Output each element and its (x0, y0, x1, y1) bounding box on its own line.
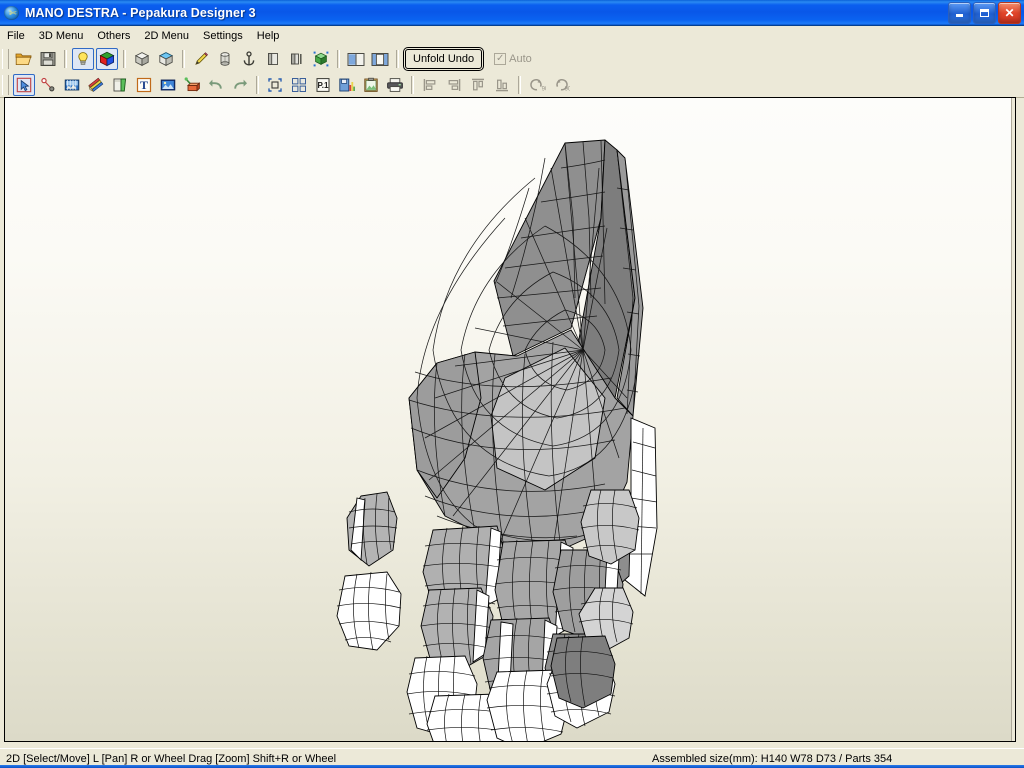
auto-checkbox: ✓ Auto (494, 53, 532, 65)
green-cube-icon[interactable] (310, 48, 332, 70)
redo-icon[interactable] (229, 74, 251, 96)
rotate-left-90-icon[interactable]: 90 (526, 74, 548, 96)
statusbar-divider (0, 748, 1024, 749)
toolbar-primary: Unfold Undo ✓ Auto (0, 46, 1024, 72)
menu-item-2d-menu[interactable]: 2D Menu (137, 28, 196, 44)
save-chart-icon[interactable] (336, 74, 358, 96)
menu-item-help[interactable]: Help (250, 28, 287, 44)
cube-icon[interactable] (131, 48, 153, 70)
select-move-tool-icon[interactable] (13, 73, 35, 96)
unfold-2d-canvas[interactable] (4, 97, 1016, 742)
clipboard-icon[interactable] (360, 74, 382, 96)
page-one-icon[interactable]: P.1 (312, 74, 334, 96)
pencil-icon[interactable] (190, 48, 212, 70)
panel-icon[interactable] (262, 48, 284, 70)
part-side-segment-2 (580, 489, 640, 565)
rgb-cube-icon[interactable] (96, 48, 118, 70)
window-controls: ✕ (948, 1, 1021, 24)
toolbar-separator (518, 75, 521, 94)
edge-connect-tool-icon[interactable] (37, 74, 59, 96)
open-box-icon[interactable] (155, 48, 177, 70)
flap-tool-icon[interactable] (109, 74, 131, 96)
toolbar-separator (64, 50, 67, 68)
toolbar-separator (123, 50, 126, 68)
print-icon[interactable] (384, 74, 406, 96)
texture-tool-icon[interactable] (61, 74, 83, 96)
align-right-icon[interactable] (443, 74, 465, 96)
layout-vertical-split-icon[interactable] (345, 48, 367, 70)
auto-checkbox-box: ✓ (494, 53, 507, 65)
close-icon: ✕ (1004, 5, 1015, 20)
canvas-right-edge[interactable] (1011, 98, 1015, 741)
close-button[interactable]: ✕ (998, 1, 1021, 24)
lightbulb-icon[interactable] (72, 48, 94, 70)
toolbar-gripper[interactable] (2, 74, 9, 95)
canvas-artwork (5, 98, 1015, 741)
align-bottom-icon[interactable] (491, 74, 513, 96)
part-thumb-lower (336, 571, 402, 651)
toolbar-secondary: T P.1 9 90 (0, 72, 1024, 98)
toolbar-separator (337, 50, 340, 68)
maximize-button[interactable] (973, 1, 996, 24)
image-tool-icon[interactable] (157, 74, 179, 96)
split-panel-icon[interactable] (286, 48, 308, 70)
menu-item-others[interactable]: Others (90, 28, 137, 44)
toolbar-separator (411, 75, 414, 94)
toolbar-separator (256, 75, 259, 94)
auto-checkbox-label: Auto (509, 53, 532, 65)
svg-text:T: T (140, 78, 148, 92)
svg-text:P.1: P.1 (318, 81, 330, 90)
save-file-icon[interactable] (37, 48, 59, 70)
arrange-parts-icon[interactable] (288, 74, 310, 96)
toolbar-gripper[interactable] (2, 49, 9, 69)
unfold-undo-button[interactable]: Unfold Undo (405, 49, 483, 69)
anchor-icon[interactable] (238, 48, 260, 70)
toolbar-separator (182, 50, 185, 68)
title-bar: ✄ MANO DESTRA - Pepakura Designer 3 ✕ (0, 0, 1024, 26)
color-pencils-icon[interactable] (85, 74, 107, 96)
paint-stamp-icon[interactable] (181, 74, 203, 96)
menu-item-3d-menu[interactable]: 3D Menu (32, 28, 91, 44)
cylinder-icon[interactable] (214, 48, 236, 70)
pepakura-globe-icon: ✄ (3, 4, 21, 22)
papercraft-mesh-svg (336, 139, 658, 741)
rotate-right-90-icon[interactable]: 90 (550, 74, 572, 96)
menu-bar: File 3D Menu Others 2D Menu Settings Hel… (0, 26, 1024, 46)
menu-item-file[interactable]: File (0, 28, 32, 44)
select-all-icon[interactable] (264, 74, 286, 96)
layout-center-panel-icon[interactable] (369, 48, 391, 70)
pepakura-window: ✄ MANO DESTRA - Pepakura Designer 3 ✕ Fi… (0, 0, 1024, 768)
text-tool-icon[interactable]: T (133, 74, 155, 96)
part-thumb-upper (346, 491, 398, 567)
minimize-button[interactable] (948, 1, 971, 24)
window-title: MANO DESTRA - Pepakura Designer 3 (25, 5, 256, 20)
toolbar-separator (396, 50, 399, 68)
menu-item-settings[interactable]: Settings (196, 28, 250, 44)
svg-text:90: 90 (542, 86, 546, 92)
align-top-icon[interactable] (467, 74, 489, 96)
undo-icon[interactable] (205, 74, 227, 96)
align-left-icon[interactable] (419, 74, 441, 96)
svg-text:90: 90 (565, 86, 570, 92)
open-file-icon[interactable] (13, 48, 35, 70)
part-mid-knuckle-dark (550, 635, 616, 709)
